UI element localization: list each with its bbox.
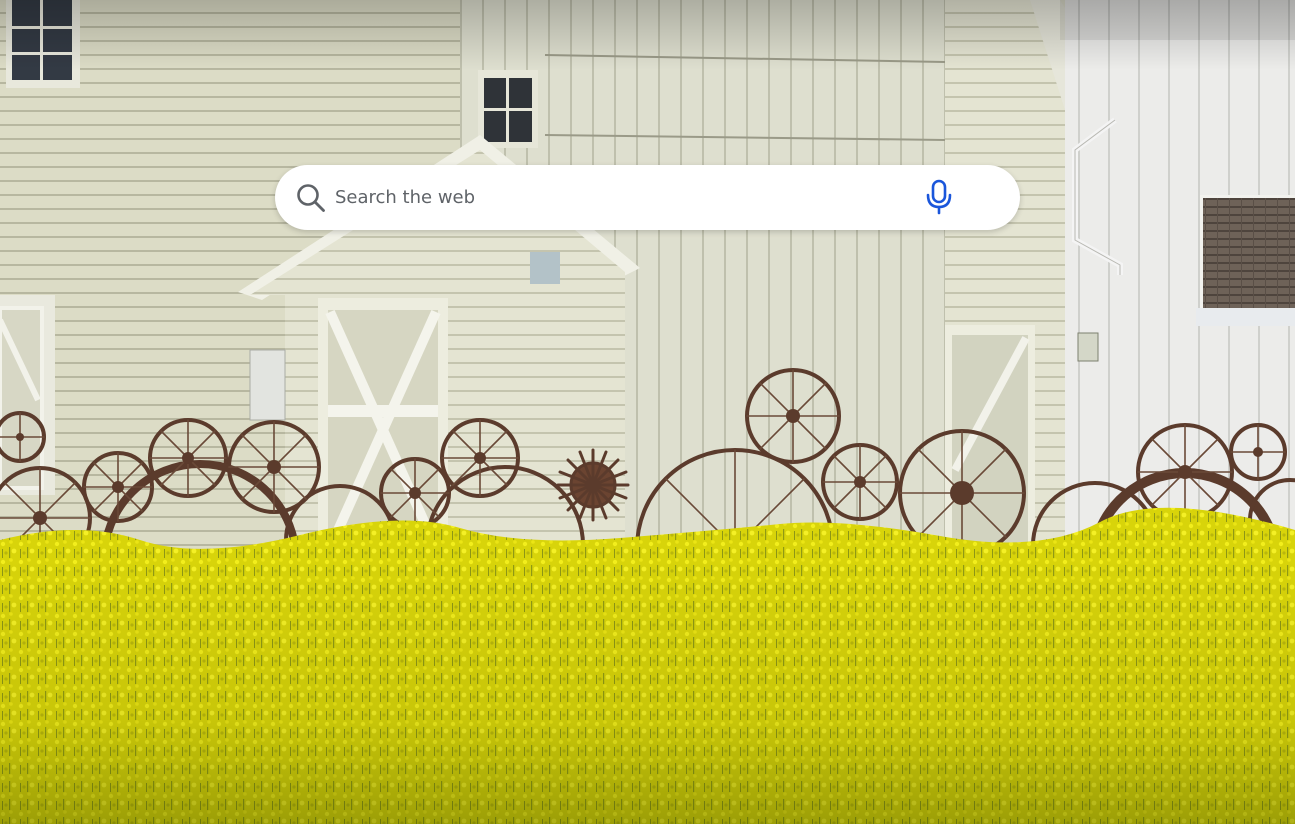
search-input[interactable]	[335, 179, 915, 216]
new-tab-page	[0, 0, 1295, 824]
top-gradient	[0, 0, 1295, 70]
voice-search-button[interactable]	[923, 178, 955, 216]
microphone-icon	[923, 178, 955, 216]
background-photo	[0, 0, 1295, 824]
search-icon	[295, 182, 327, 214]
search-bar[interactable]	[275, 165, 1020, 230]
